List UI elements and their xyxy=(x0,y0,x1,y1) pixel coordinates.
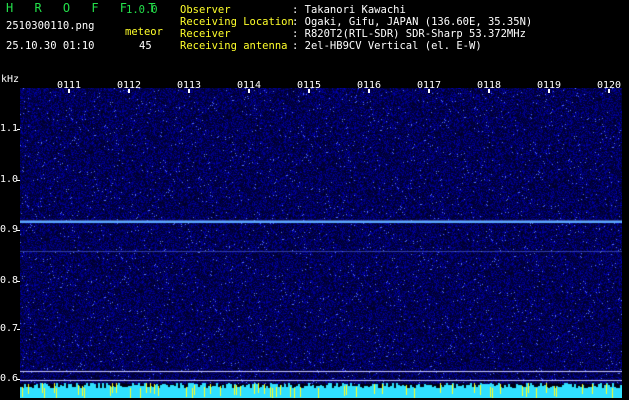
y-tick-mark xyxy=(17,329,20,330)
info-value-observer: : Takanori Kawachi xyxy=(292,4,406,16)
y-tick-label: 1.0 xyxy=(0,174,19,185)
info-value-receiver: : R820T2(RTL-SDR) SDR-Sharp 53.372MHz xyxy=(292,28,526,40)
info-value-antenna: : 2el-HB9CV Vertical (el. E-W) xyxy=(292,40,482,52)
y-axis-unit: kHz xyxy=(1,74,20,85)
datetime-label: 25.10.30 01:10 xyxy=(6,40,95,52)
y-tick-mark xyxy=(17,129,20,130)
y-tick-mark xyxy=(17,180,20,181)
x-tick-mark xyxy=(548,89,550,93)
x-tick-mark xyxy=(68,89,70,93)
version-label: 1.0.0 xyxy=(126,4,158,16)
y-tick-label: 0.7 xyxy=(0,323,19,334)
meteor-count: 45 xyxy=(139,40,152,52)
info-label-location: Receiving Location xyxy=(180,16,294,28)
x-tick-mark xyxy=(428,89,430,93)
x-tick-mark xyxy=(308,89,310,93)
spectrogram-canvas xyxy=(20,88,622,398)
y-tick-label: 0.9 xyxy=(0,224,19,235)
info-label-observer: Observer xyxy=(180,4,231,16)
y-tick-label: 1.1 xyxy=(0,123,19,134)
filename-label: 2510300110.png xyxy=(6,20,95,32)
x-tick-mark xyxy=(488,89,490,93)
info-label-receiver: Receiver xyxy=(180,28,231,40)
x-tick-mark xyxy=(368,89,370,93)
y-tick-label: 0.8 xyxy=(0,275,19,286)
y-tick-mark xyxy=(17,379,20,380)
y-tick-label: 0.6 xyxy=(0,373,19,384)
x-tick-mark xyxy=(248,89,250,93)
meteor-label: meteor xyxy=(125,26,163,38)
x-tick-mark xyxy=(128,89,130,93)
info-value-location: : Ogaki, Gifu, JAPAN (136.60E, 35.35N) xyxy=(292,16,533,28)
y-tick-mark xyxy=(17,281,20,282)
info-label-antenna: Receiving antenna xyxy=(180,40,288,52)
y-tick-mark xyxy=(17,230,20,231)
x-tick-mark xyxy=(188,89,190,93)
x-tick-mark xyxy=(608,89,610,93)
